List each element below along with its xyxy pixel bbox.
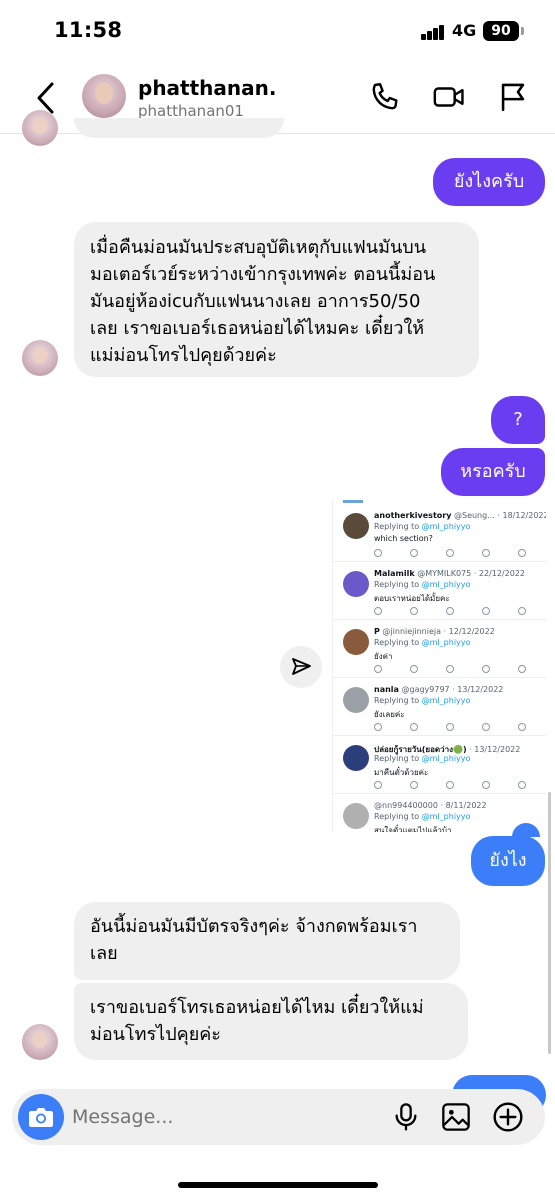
phone-icon: [372, 83, 398, 110]
tweet-reply: @nn994400000 · 8/11/2022 Replying to @ml…: [333, 794, 546, 832]
message-line: มันอยู่ห้องicuกับแฟนนางเลย อาการ50/50: [90, 291, 421, 312]
camera-button[interactable]: [18, 1094, 64, 1140]
tweet-text: สนใจตั๋วแตมไปแล้วบ้า: [374, 826, 452, 832]
avatar: [22, 1024, 58, 1060]
message-line: เมื่อคืนม่อนมันประสบอุบัติเหตุกับแฟนมันบ…: [90, 237, 427, 258]
tweet-reply-to: Replying to @ml_phiyyo: [374, 696, 471, 705]
message-bubble-incoming[interactable]: อันนี้ม่อนมันมีบัตรจริงๆค่ะ จ้างกดพร้อมเ…: [74, 902, 460, 980]
tweet-actions: [374, 607, 529, 617]
tweet-reply-to: Replying to @ml_phiyyo: [374, 522, 471, 531]
tweet-text: ตอบเราหน่อยได้มั้ยคะ: [374, 594, 450, 603]
battery-tip: [521, 27, 524, 35]
message-line: เราขอเบอร์โทรเธอหน่อยได้ไหม เดี๋ยวให้แม่: [90, 997, 424, 1018]
scrollbar[interactable]: [548, 792, 551, 1054]
message-input[interactable]: [72, 1097, 382, 1137]
gallery-button[interactable]: [440, 1101, 472, 1133]
image-icon: [442, 1103, 470, 1131]
voice-call-button[interactable]: [368, 80, 402, 114]
battery-icon: 90: [483, 21, 519, 41]
tweet-reply-to: Replying to @ml_phiyyo: [374, 638, 471, 647]
status-time: 11:58: [54, 18, 123, 42]
tweet-author: anotherkivestory @Seung... · 18/12/2022: [374, 511, 546, 520]
message-line: มอเตอร์เวย์ระหว่างเข้ากรุงเทพค่ะ ตอนนี้ม…: [90, 264, 436, 285]
voice-message-button[interactable]: [390, 1101, 422, 1133]
tweet-actions: [374, 665, 529, 675]
message-bubble-outgoing[interactable]: ?: [491, 396, 545, 444]
status-bar: 11:58 4G 90: [0, 0, 555, 62]
avatar: [22, 110, 58, 146]
message-line: แม่ม่อนโทรไปคุยด้วยค่ะ: [90, 345, 277, 366]
message-bubble-outgoing[interactable]: หรอครับ: [441, 448, 545, 496]
message-bubble-incoming[interactable]: เราขอเบอร์โทรเธอหน่อยได้ไหม เดี๋ยวให้แม่…: [74, 983, 468, 1060]
tweet-actions: [374, 781, 529, 791]
video-call-button[interactable]: [432, 80, 466, 114]
microphone-icon: [395, 1103, 417, 1131]
network-type: 4G: [452, 21, 477, 40]
shared-image[interactable]: anotherkivestory @Seung... · 18/12/2022 …: [332, 500, 546, 832]
flag-icon: [501, 83, 525, 112]
tweet-reply-to: Replying to @ml_phiyyo: [374, 812, 471, 821]
contact-name[interactable]: phatthanan.: [138, 76, 276, 100]
tweet-actions: [374, 723, 529, 733]
add-button[interactable]: [492, 1101, 524, 1133]
avatar: [22, 340, 58, 376]
tweet-author: nanla @gagy9797 · 13/12/2022: [374, 685, 504, 694]
signal-icon: [421, 24, 447, 40]
tweet-author: @nn994400000 · 8/11/2022: [374, 801, 487, 810]
tweet-reply-to: Replying to @ml_phiyyo: [374, 754, 471, 763]
message-bubble-outgoing[interactable]: ยังไง: [471, 836, 545, 886]
message-line: อันนี้ม่อนมันมีบัตรจริงๆค่ะ จ้างกดพร้อมเ…: [90, 916, 418, 937]
tweet-text: มาคืนตั๋วด้วยค่ะ: [374, 768, 429, 777]
report-button[interactable]: [496, 80, 530, 114]
tweet-actions: [374, 549, 529, 559]
tweet-author: Malamilk @MYMILK075 · 22/12/2022: [374, 569, 525, 578]
tweet-text: which section?: [374, 534, 433, 543]
tweet-text: ยังค่า: [374, 652, 393, 661]
avatar: [343, 629, 369, 655]
send-icon: [292, 658, 311, 675]
tweet-text: ยังเลยค่ะ: [374, 710, 405, 719]
image-top-strip: [343, 500, 363, 503]
tweet-reply: Malamilk @MYMILK075 · 22/12/2022 Replyin…: [333, 562, 546, 620]
avatar: [343, 687, 369, 713]
camera-icon: [29, 1108, 53, 1127]
message-line: เลย: [90, 943, 118, 964]
avatar[interactable]: [82, 74, 126, 118]
plus-circle-icon: [493, 1102, 523, 1132]
message-bubble-incoming[interactable]: เมื่อคืนม่อนมันประสบอุบัติเหตุกับแฟนมันบ…: [74, 222, 479, 377]
message-line: เลย เราขอเบอร์เธอหน่อยได้ไหมคะ เดี๋ยวให้: [90, 318, 425, 339]
share-button[interactable]: [280, 646, 322, 688]
message-bubble-partial: [74, 118, 284, 138]
message-composer: [12, 1089, 545, 1145]
tweet-reply-to: Replying to @ml_phiyyo: [374, 580, 471, 589]
tweet-reply: nanla @gagy9797 · 13/12/2022 Replying to…: [333, 678, 546, 736]
message-bubble-outgoing[interactable]: ยังไงครับ: [433, 158, 545, 206]
tweet-reply: anotherkivestory @Seung... · 18/12/2022 …: [333, 504, 546, 562]
tweet-reply: ปล่อยกู้รายวัน(ยอดว่าง🟢) · 13/12/2022 Re…: [333, 736, 546, 794]
message-line: ม่อนโทรไปคุยค่ะ: [90, 1024, 221, 1045]
tweet-author: P @jinniejinnieja · 12/12/2022: [374, 627, 495, 636]
tweet-reply: P @jinniejinnieja · 12/12/2022 Replying …: [333, 620, 546, 678]
home-indicator: [178, 1182, 378, 1188]
avatar: [343, 803, 369, 829]
avatar: [343, 571, 369, 597]
video-camera-icon: [433, 87, 464, 107]
avatar: [343, 745, 369, 771]
avatar: [343, 513, 369, 539]
